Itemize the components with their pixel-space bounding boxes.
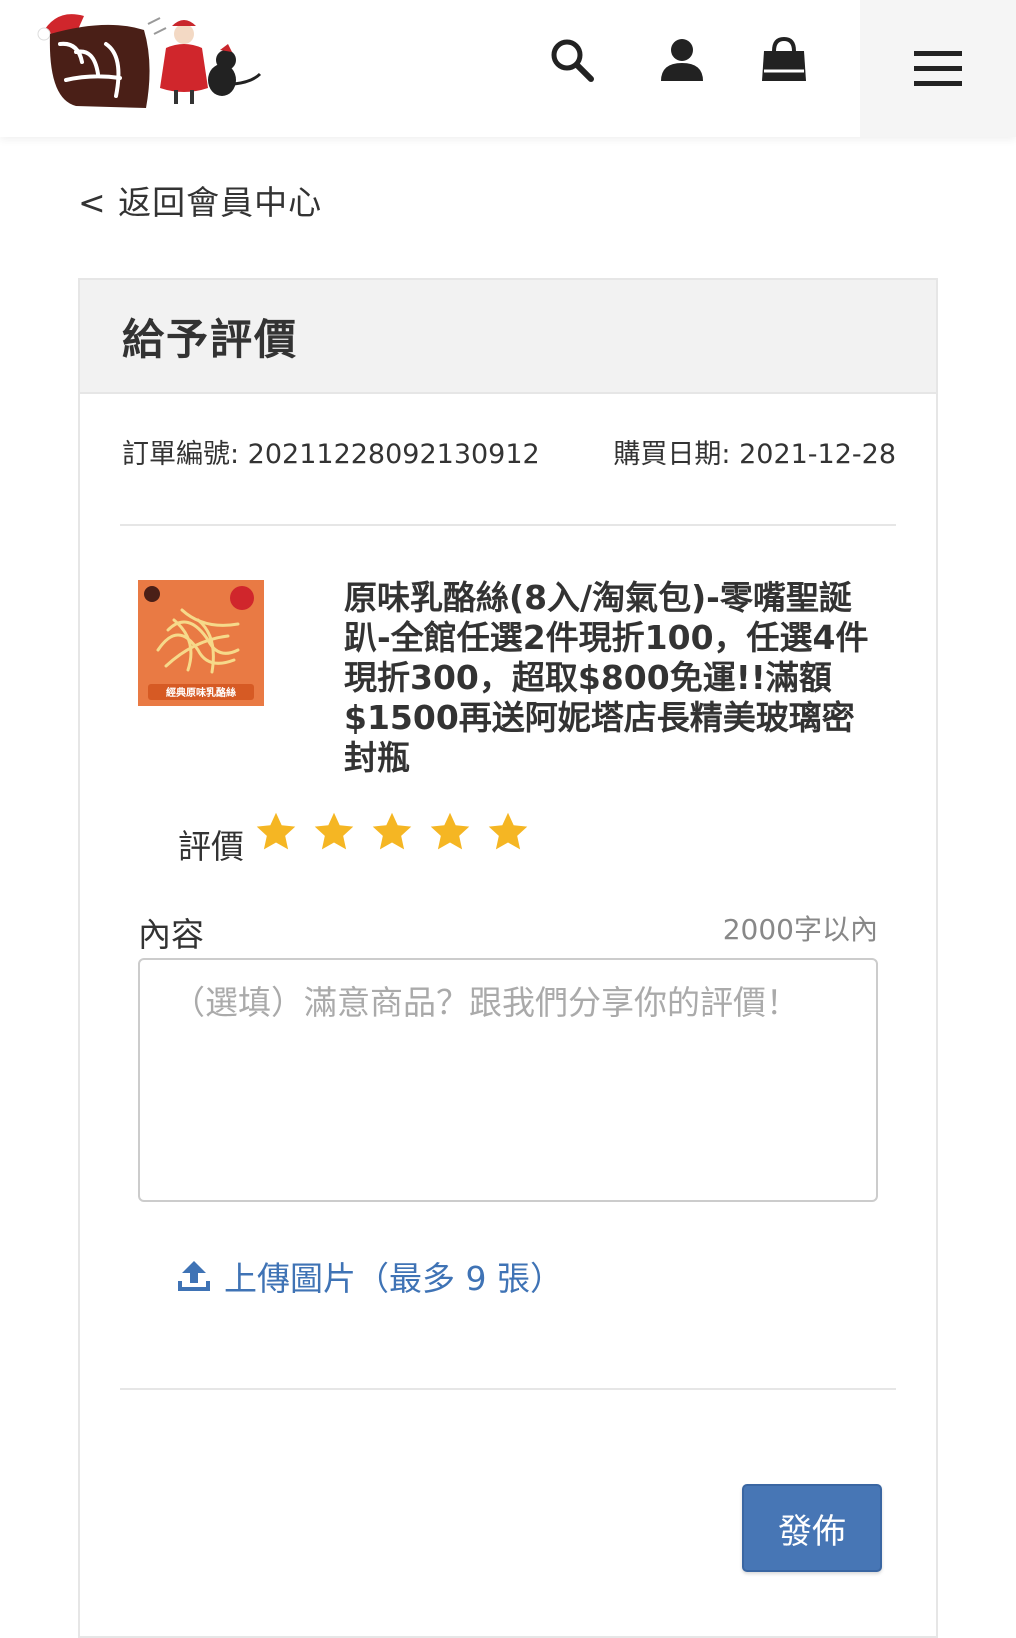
search-icon[interactable] xyxy=(544,32,600,88)
divider xyxy=(120,524,896,526)
product-thumbnail-caption: 經典原味乳酪絲 xyxy=(166,686,236,699)
upload-images-link[interactable]: 上傳圖片（最多 9 張） xyxy=(176,1252,563,1300)
product-thumbnail: 經典原味乳酪絲 xyxy=(138,580,264,706)
product-name: 原味乳酪絲(8入/淘氣包)-零嘴聖誕趴-全館任選2件現折100，任選4件現折30… xyxy=(344,578,869,777)
divider xyxy=(120,1388,896,1390)
back-to-member-center-link[interactable]: < 返回會員中心 xyxy=(78,176,322,224)
site-header xyxy=(0,0,1016,137)
purchase-date: 購買日期: 2021-12-28 xyxy=(613,439,896,470)
upload-label: 上傳圖片（最多 9 張） xyxy=(224,1259,563,1298)
publish-button[interactable]: 發佈 xyxy=(742,1484,882,1572)
order-info: 訂單編號: 20211228092130912 購買日期: 2021-12-28 xyxy=(122,432,896,471)
review-textarea[interactable] xyxy=(138,958,878,1202)
page-title: 給予評價 xyxy=(122,314,299,364)
order-number: 訂單編號: 20211228092130912 xyxy=(122,439,540,470)
user-icon[interactable] xyxy=(654,32,710,88)
upload-icon xyxy=(178,1261,210,1291)
content-label: 內容 xyxy=(138,915,204,954)
star-icon[interactable] xyxy=(312,810,356,854)
star-rating[interactable] xyxy=(254,810,530,854)
menu-icon[interactable] xyxy=(860,0,1016,137)
star-icon[interactable] xyxy=(486,810,530,854)
shopping-bag-icon[interactable] xyxy=(756,32,812,88)
char-limit-hint: 2000字以內 xyxy=(722,913,878,946)
star-icon[interactable] xyxy=(254,810,298,854)
star-icon[interactable] xyxy=(428,810,472,854)
review-card: 給予評價 訂單編號: 20211228092130912 購買日期: 2021-… xyxy=(78,278,938,1638)
rating-label: 評價 xyxy=(178,827,244,866)
star-icon[interactable] xyxy=(370,810,414,854)
brand-logo[interactable] xyxy=(36,4,276,114)
card-header: 給予評價 xyxy=(80,280,936,394)
